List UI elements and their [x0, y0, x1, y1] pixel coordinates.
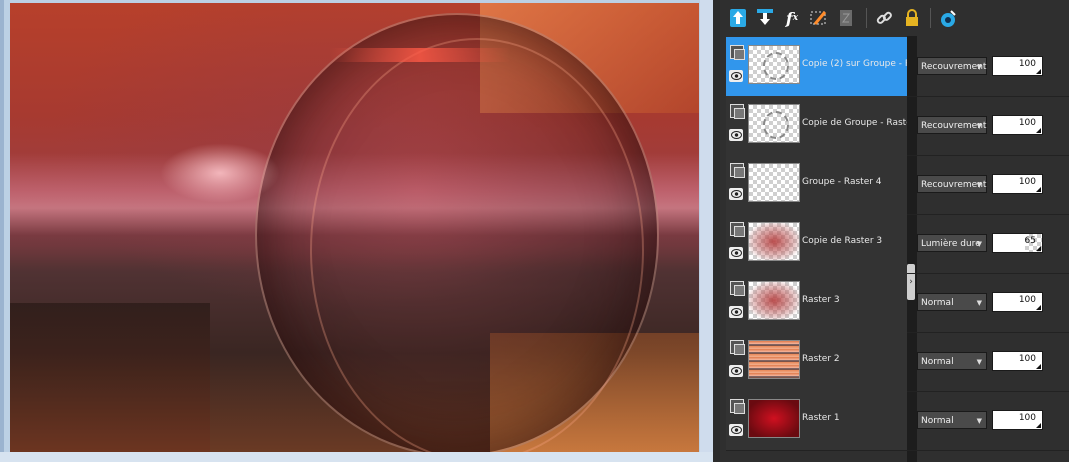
- blend-mode-value: Lumière dure: [921, 239, 981, 249]
- blend-mode-value: Normal: [921, 357, 954, 367]
- layer-group-icon[interactable]: [834, 6, 858, 30]
- opacity-handle[interactable]: [1036, 423, 1041, 428]
- opacity-slider[interactable]: 100: [992, 174, 1043, 194]
- layer-properties-icon[interactable]: [730, 163, 745, 178]
- visibility-eye-icon[interactable]: [729, 247, 743, 259]
- opacity-value: 100: [1018, 295, 1036, 305]
- blend-mode-value: Normal: [921, 416, 954, 426]
- layer-row[interactable]: Raster 3 Normal ▼ 100: [726, 273, 1069, 333]
- move-layer-up-icon[interactable]: [726, 6, 750, 30]
- opacity-value: 100: [1018, 118, 1036, 128]
- layer-thumbnail[interactable]: [748, 281, 800, 320]
- layer-mask-icon[interactable]: [936, 6, 960, 30]
- opacity-slider[interactable]: 100: [992, 410, 1043, 430]
- blend-mode-dropdown[interactable]: Lumière dure ▼: [917, 234, 987, 252]
- opacity-handle[interactable]: [1036, 305, 1041, 310]
- layer-properties-icon[interactable]: [730, 340, 745, 355]
- opacity-slider[interactable]: 65: [992, 233, 1043, 253]
- toolbar-separator: [930, 8, 931, 28]
- visibility-eye-icon[interactable]: [729, 424, 743, 436]
- layer-name: Raster 1: [802, 413, 840, 423]
- layer-thumbnail[interactable]: [748, 45, 800, 84]
- layer-thumbnail[interactable]: [748, 399, 800, 438]
- blend-mode-dropdown[interactable]: Recouvrement ▼: [917, 175, 987, 193]
- chevron-down-icon: ▼: [976, 240, 982, 248]
- image-canvas[interactable]: [10, 3, 699, 452]
- opacity-handle[interactable]: [1036, 187, 1041, 192]
- image-canvas-window: [0, 0, 713, 462]
- visibility-eye-icon[interactable]: [729, 365, 743, 377]
- opacity-slider[interactable]: 100: [992, 115, 1043, 135]
- layer-row[interactable]: Groupe - Raster 4 Recouvrement ▼ 100: [726, 155, 1069, 215]
- opacity-handle[interactable]: [1036, 128, 1041, 133]
- layer-properties-icon[interactable]: [730, 222, 745, 237]
- layer-name: Copie de Groupe - Raster 4: [802, 118, 907, 128]
- layer-name: Copie de Raster 3: [802, 236, 883, 246]
- canvas-art-glow: [160, 143, 280, 203]
- opacity-value: 100: [1018, 59, 1036, 69]
- blend-mode-dropdown[interactable]: Recouvrement ▼: [917, 116, 987, 134]
- edit-selection-icon[interactable]: [807, 6, 831, 30]
- layer-row[interactable]: Raster 2 Normal ▼ 100: [726, 332, 1069, 392]
- layer-properties-icon[interactable]: [730, 399, 745, 414]
- layer-row[interactable]: Copie de Raster 3 Lumière dure ▼ 65: [726, 214, 1069, 274]
- blend-mode-dropdown[interactable]: Normal ▼: [917, 352, 987, 370]
- chevron-down-icon: ▼: [976, 63, 982, 71]
- chevron-down-icon: ▼: [976, 417, 982, 425]
- visibility-eye-icon[interactable]: [729, 129, 743, 141]
- layer-name: Raster 2: [802, 354, 840, 364]
- layer-row[interactable]: Raster 1 Normal ▼ 100: [726, 391, 1069, 451]
- blend-mode-value: Normal: [921, 298, 954, 308]
- opacity-handle[interactable]: [1036, 246, 1041, 251]
- layer-effects-icon[interactable]: fx: [780, 6, 804, 30]
- chevron-down-icon: ▼: [976, 181, 982, 189]
- opacity-slider[interactable]: 100: [992, 56, 1043, 76]
- layers-toolbar: fx: [720, 0, 1069, 36]
- opacity-value: 100: [1018, 413, 1036, 423]
- canvas-art-streak: [330, 48, 510, 62]
- toolbar-separator: [866, 8, 867, 28]
- chevron-down-icon: ▼: [976, 358, 982, 366]
- chevron-down-icon: ▼: [976, 122, 982, 130]
- opacity-handle[interactable]: [1036, 364, 1041, 369]
- layer-name: Raster 3: [802, 295, 840, 305]
- opacity-value: 100: [1018, 177, 1036, 187]
- canvas-art-sphere: [310, 38, 644, 452]
- layer-thumbnail[interactable]: [748, 222, 800, 261]
- layer-properties-icon[interactable]: [730, 281, 745, 296]
- opacity-slider[interactable]: 100: [992, 292, 1043, 312]
- opacity-slider[interactable]: 100: [992, 351, 1043, 371]
- layer-thumbnail[interactable]: [748, 104, 800, 143]
- vertical-scrollbar[interactable]: [700, 0, 713, 462]
- horizontal-scrollbar[interactable]: [0, 452, 713, 462]
- opacity-value: 100: [1018, 354, 1036, 364]
- layer-thumbnail[interactable]: [748, 340, 800, 379]
- layer-properties-icon[interactable]: [730, 45, 745, 60]
- visibility-eye-icon[interactable]: [729, 70, 743, 82]
- lock-icon[interactable]: [900, 6, 924, 30]
- blend-mode-dropdown[interactable]: Recouvrement ▼: [917, 57, 987, 75]
- opacity-handle[interactable]: [1036, 69, 1041, 74]
- visibility-eye-icon[interactable]: [729, 306, 743, 318]
- layer-row[interactable]: Copie (2) sur Groupe - Raster 4 Recouvre…: [726, 37, 1069, 97]
- blend-mode-dropdown[interactable]: Normal ▼: [917, 411, 987, 429]
- chevron-down-icon: ▼: [976, 299, 982, 307]
- layer-row[interactable]: Copie de Groupe - Raster 4 Recouvrement …: [726, 96, 1069, 156]
- layer-thumbnail[interactable]: [748, 163, 800, 202]
- visibility-eye-icon[interactable]: [729, 188, 743, 200]
- layer-properties-icon[interactable]: [730, 104, 745, 119]
- layers-palette: fx › Copie (2) sur Groupe - Raster 4 Rec…: [720, 0, 1069, 462]
- canvas-art-block: [10, 303, 210, 452]
- layer-name: Copie (2) sur Groupe - Raster 4: [802, 59, 907, 69]
- layer-name: Groupe - Raster 4: [802, 177, 882, 187]
- blend-mode-dropdown[interactable]: Normal ▼: [917, 293, 987, 311]
- opacity-value: 65: [1024, 236, 1036, 246]
- move-layer-down-icon[interactable]: [753, 6, 777, 30]
- opacity-fill: [993, 234, 1025, 252]
- link-layers-icon[interactable]: [872, 6, 896, 30]
